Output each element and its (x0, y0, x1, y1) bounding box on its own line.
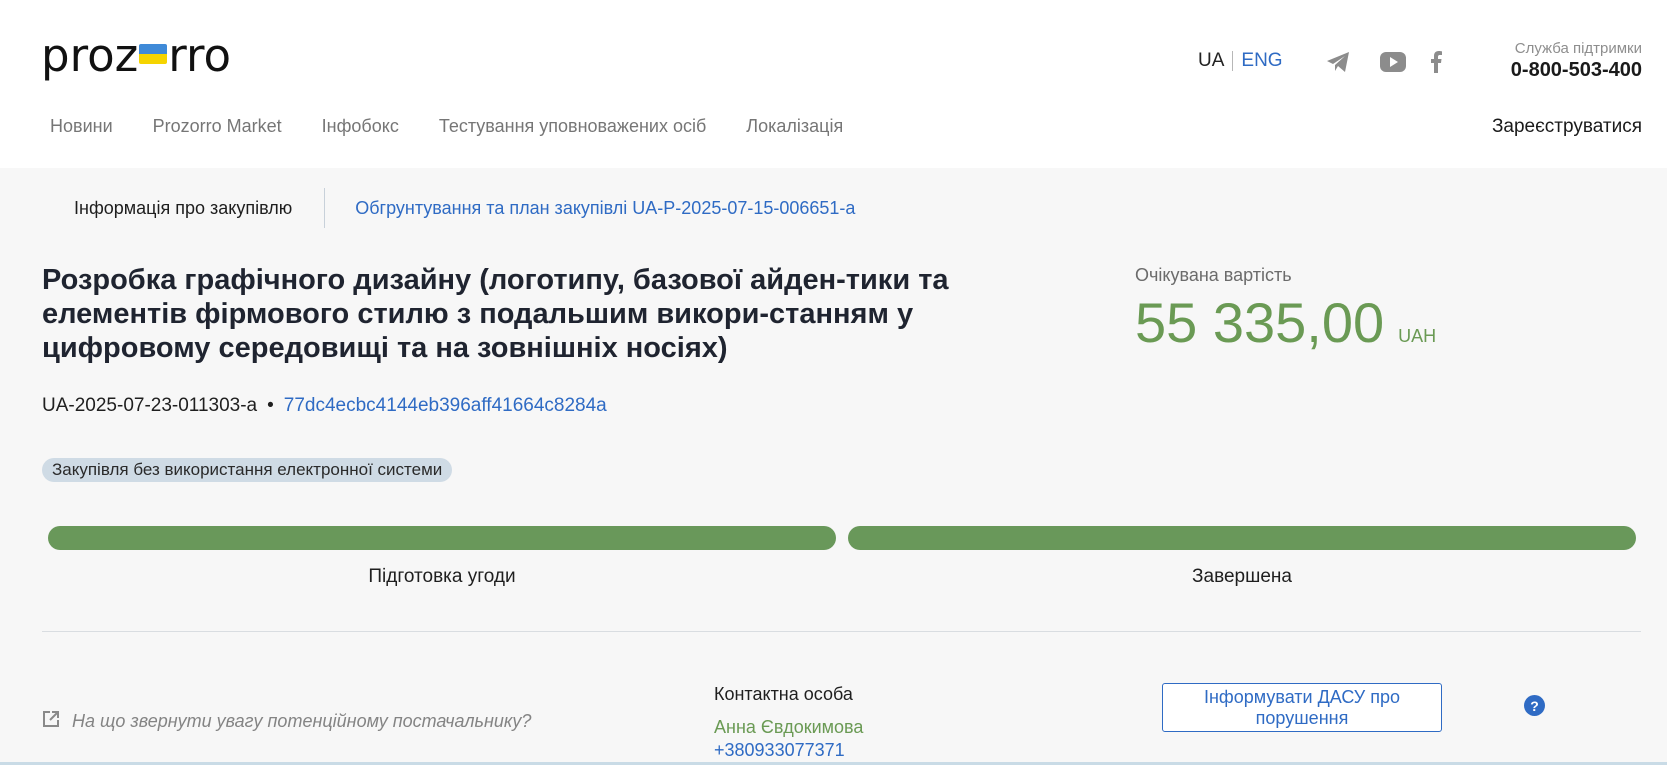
main-nav: Новини Prozorro Market Інфобокс Тестуван… (50, 116, 843, 137)
expected-value-currency: UAH (1398, 326, 1437, 346)
help-icon[interactable]: ? (1524, 695, 1545, 716)
nav-item-infobox[interactable]: Інфобокс (322, 116, 399, 137)
nav-item-market[interactable]: Prozorro Market (153, 116, 282, 137)
tender-ids: UA-2025-07-23-011303-a • 77dc4ecbc4144eb… (42, 395, 607, 417)
support-block: Служба підтримки 0-800-503-400 (1511, 40, 1642, 82)
contact-label: Контактна особа (714, 684, 853, 704)
tab-plan[interactable]: Обгрунтування та план закупівлі UA-P-202… (325, 198, 855, 219)
attention-text: На що звернути увагу потенційному постач… (72, 711, 532, 731)
tender-hash-link[interactable]: 77dc4ecbc4144eb396aff41664c8284a (284, 395, 607, 417)
lang-ua[interactable]: UA (1198, 50, 1224, 72)
lang-divider (1232, 51, 1234, 71)
expected-value-amount-row: 55 335,00 UAH (1135, 290, 1436, 355)
lang-eng[interactable]: ENG (1241, 50, 1282, 72)
language-switcher: UA ENG (1198, 50, 1283, 72)
stage-label-preparation: Підготовка угоди (368, 566, 516, 587)
nav-item-localization[interactable]: Локалізація (746, 116, 843, 137)
prozorro-logo[interactable]: proz rro (41, 30, 231, 86)
tab-info[interactable]: Інформація про закупівлю (42, 198, 324, 219)
expected-value: Очікувана вартість 55 335,00 UAH (1135, 265, 1436, 355)
expected-value-amount: 55 335,00 (1135, 291, 1385, 354)
nav-item-testing[interactable]: Тестування уповноважених осіб (439, 116, 706, 137)
report-dasu-button[interactable]: Інформувати ДАСУ про порушення (1162, 683, 1442, 732)
id-separator: • (267, 395, 274, 416)
attention-link[interactable]: На що звернути увагу потенційному постач… (42, 710, 531, 733)
expected-value-label: Очікувана вартість (1135, 265, 1292, 285)
contact-block: Контактна особа Анна Євдокимова +3809330… (714, 684, 863, 761)
nav-item-news[interactable]: Новини (50, 116, 113, 137)
external-link-icon (42, 710, 60, 733)
youtube-icon[interactable] (1379, 48, 1407, 76)
facebook-icon[interactable] (1426, 48, 1446, 76)
tender-title: Розробка графічного дизайну (логотипу, б… (42, 264, 949, 364)
procurement-type-badge: Закупівля без використання електронної с… (42, 458, 453, 482)
contact-name: Анна Євдокимова (714, 717, 864, 737)
tender-id: UA-2025-07-23-011303-a (42, 395, 258, 416)
site-header: proz rro UA ENG Служба підтримки 0-800-5… (0, 0, 1667, 168)
stage-label-completed: Завершена (1192, 566, 1292, 587)
telegram-icon[interactable] (1325, 48, 1351, 76)
stage-bar-completed (848, 526, 1636, 550)
support-label: Служба підтримки (1514, 40, 1642, 57)
section-divider (42, 631, 1641, 632)
support-phone[interactable]: 0-800-503-400 (1511, 59, 1642, 82)
ukraine-flag-icon (139, 44, 168, 64)
contact-phone[interactable]: +380933077371 (714, 740, 863, 761)
tender-tabs: Інформація про закупівлю Обгрунтування т… (42, 188, 855, 228)
register-link[interactable]: Зареєструватися (1492, 116, 1642, 138)
stage-bar-preparation (48, 526, 836, 550)
